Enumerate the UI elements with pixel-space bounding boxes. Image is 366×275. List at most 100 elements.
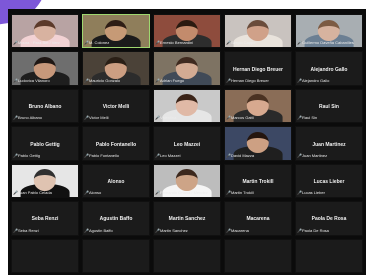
participant-face xyxy=(246,19,270,42)
participant-label: Paola De Rosa xyxy=(302,227,329,233)
participant-tile[interactable]: 🎤 Ludovica Vilanoro xyxy=(11,51,79,86)
participant-tile[interactable]: 🎤 David Mazza xyxy=(224,126,292,161)
participant-label: Martin Trokill xyxy=(231,190,254,196)
participant-tile[interactable]: 🎤 Adrian Fuego xyxy=(153,51,221,86)
participant-label: Ludovica Vilanoro xyxy=(18,77,50,83)
participant-tile[interactable]: Seba Renzi 🎤 Seba Renzi xyxy=(11,201,79,236)
participant-tile[interactable] xyxy=(224,238,292,273)
participant-tile[interactable]: 🎤 Mauricio Gonzalo xyxy=(82,51,150,86)
participant-tile[interactable]: Hernan Diego Breuer 🎤 Hernan Diego Breuer xyxy=(224,51,292,86)
participant-caption: 🎤 Macarena xyxy=(226,227,290,234)
participant-face xyxy=(175,56,199,79)
participant-name: Alejandro Gallo xyxy=(310,66,348,73)
mic-muted-icon: 🎤 xyxy=(297,40,302,46)
mic-muted-icon: 🎤 xyxy=(226,77,231,83)
participant-caption: 🎤 Agustin Baffo xyxy=(84,227,148,234)
participant-caption: 🎤 Victor Melli xyxy=(84,114,148,121)
participant-tile[interactable]: Bruno Albano 🎤 Bruno Albano xyxy=(11,88,79,124)
participant-caption: 🎤 Juan Pablo Celada xyxy=(13,189,77,196)
participant-tile[interactable]: Paola De Rosa 🎤 Paola De Rosa xyxy=(295,201,363,236)
participant-caption: 🎤 Paola De Rosa xyxy=(297,227,361,234)
participant-label: Lucas Lieber xyxy=(302,190,325,196)
video-call-screen: 🎤 Moura · Para Bet / Verv 🎤 M. Colonez 🎤 Erne… xyxy=(8,9,366,275)
participant-caption: 🎤 Martin Trokill xyxy=(226,189,290,196)
participant-tile[interactable]: 🎤 Moura · Para Bet / Verv xyxy=(11,14,79,49)
mic-muted-icon: 🎤 xyxy=(84,77,89,83)
participant-tile[interactable]: 🎤 Ernesto Bernardini xyxy=(153,14,221,49)
participant-tile[interactable] xyxy=(295,238,363,273)
participant-tile[interactable]: Martin Trokill 🎤 Martin Trokill xyxy=(224,163,292,199)
participant-label: Raul Sin xyxy=(302,115,318,121)
mic-muted-icon: 🎤 xyxy=(297,115,302,121)
participant-tile[interactable]: Leo Mazzei 🎤 Leo Mazzei xyxy=(153,126,221,161)
participant-tile[interactable] xyxy=(153,238,221,273)
participant-name: Martin Trokill xyxy=(242,178,274,185)
participant-label: Fernando Oriana / Mendez xyxy=(160,190,208,196)
participant-caption: 🎤 Moura · Para Bet / Verv xyxy=(13,39,77,46)
participant-name: Lucas Lieber xyxy=(313,178,345,185)
participant-name: Paola De Rosa xyxy=(311,216,347,223)
participant-tile[interactable]: Pablo Gettig 🎤 Pablo Gettig xyxy=(11,126,79,161)
participant-name: Pablo Gettig xyxy=(30,141,60,148)
participant-label: M. Colonez xyxy=(89,40,110,46)
participant-tile[interactable]: Alonso 🎤 Alonso xyxy=(82,163,150,199)
participant-label: David Mazza xyxy=(231,152,255,158)
participant-label: Agustin Baffo xyxy=(89,227,113,233)
participant-caption: 🎤 Raul Sin xyxy=(297,114,361,121)
participant-tile[interactable]: 🎤 Marcos Gatti xyxy=(224,88,292,124)
participant-face xyxy=(104,19,128,42)
participant-tile[interactable]: Juan Martinez 🎤 Juan Martinez xyxy=(295,126,363,161)
participant-name: Victor Melli xyxy=(102,104,130,111)
participant-label: Adrian Fuego xyxy=(160,77,185,83)
participant-label: Ernesto Bernardini xyxy=(160,40,194,46)
participant-tile[interactable]: Martin Sanchez 🎤 Martin Sanchez xyxy=(153,201,221,236)
mic-muted-icon: 🎤 xyxy=(155,152,160,158)
participant-name: Martin Sanchez xyxy=(168,216,206,223)
participant-caption: 🎤 David Mazza xyxy=(226,152,290,159)
participant-tile[interactable]: Agustin Baffo 🎤 Agustin Baffo xyxy=(82,201,150,236)
participant-caption: 🎤 Lucas Lieber xyxy=(297,189,361,196)
participant-label: Bruno Albano xyxy=(18,115,43,121)
participant-grid: 🎤 Moura · Para Bet / Verv 🎤 M. Colonez 🎤 Erne… xyxy=(11,14,363,273)
mic-muted-icon: 🎤 xyxy=(226,152,231,158)
participant-tile[interactable]: 🎤 Sergio Cappo xyxy=(224,14,292,49)
participant-label: Macarena xyxy=(231,227,249,233)
mic-muted-icon: 🎤 xyxy=(84,40,89,46)
participant-label: Alejandro Gallo xyxy=(302,77,330,83)
mic-muted-icon: 🎤 xyxy=(155,115,160,121)
participant-tile[interactable]: 🎤 Valentina xyxy=(153,88,221,124)
participant-tile[interactable]: 🎤 M. Colonez xyxy=(82,14,150,49)
participant-caption: 🎤 Guillermo Daveña Cabanilles xyxy=(297,39,361,46)
mic-muted-icon: 🎤 xyxy=(84,227,89,233)
participant-tile[interactable]: 🎤 Juan Pablo Celada xyxy=(11,163,79,199)
participant-caption: 🎤 Seba Renzi xyxy=(13,227,77,234)
participant-tile[interactable] xyxy=(82,238,150,273)
participant-caption: 🎤 Fernando Oriana / Mendez xyxy=(155,189,219,196)
participant-tile[interactable] xyxy=(11,238,79,273)
participant-caption: 🎤 Bruno Albano xyxy=(13,114,77,121)
participant-label: Victor Melli xyxy=(89,115,109,121)
participant-caption: 🎤 Pablo Gettig xyxy=(13,152,77,159)
participant-tile[interactable]: Lucas Lieber 🎤 Lucas Lieber xyxy=(295,163,363,199)
participant-tile[interactable]: Raul Sin 🎤 Raul Sin xyxy=(295,88,363,124)
participant-tile[interactable]: Macarena 🎤 Macarena xyxy=(224,201,292,236)
participant-caption: 🎤 Alonso xyxy=(84,189,148,196)
participant-tile[interactable]: Pablo Fontanello 🎤 Pablo Fontanello xyxy=(82,126,150,161)
mic-muted-icon: 🎤 xyxy=(297,152,302,158)
mic-muted-icon: 🎤 xyxy=(13,40,18,46)
participant-face xyxy=(317,19,341,42)
participant-face xyxy=(104,56,128,79)
participant-tile[interactable]: Alejandro Gallo 🎤 Alejandro Gallo xyxy=(295,51,363,86)
participant-tile[interactable]: Victor Melli 🎤 Victor Melli xyxy=(82,88,150,124)
participant-label: Pablo Fontanello xyxy=(89,152,120,158)
participant-name: Juan Martinez xyxy=(312,141,346,148)
mic-muted-icon: 🎤 xyxy=(84,190,89,196)
participant-name: Agustin Baffo xyxy=(99,216,133,223)
mic-muted-icon: 🎤 xyxy=(84,115,89,121)
participant-label: Juan Martinez xyxy=(302,152,328,158)
participant-name: Pablo Fontanello xyxy=(95,141,137,148)
participant-tile[interactable]: 🎤 Guillermo Daveña Cabanilles xyxy=(295,14,363,49)
participant-label: Valentina xyxy=(160,115,177,121)
participant-tile[interactable]: 🎤 Fernando Oriana / Mendez xyxy=(153,163,221,199)
mic-muted-icon: 🎤 xyxy=(13,115,18,121)
